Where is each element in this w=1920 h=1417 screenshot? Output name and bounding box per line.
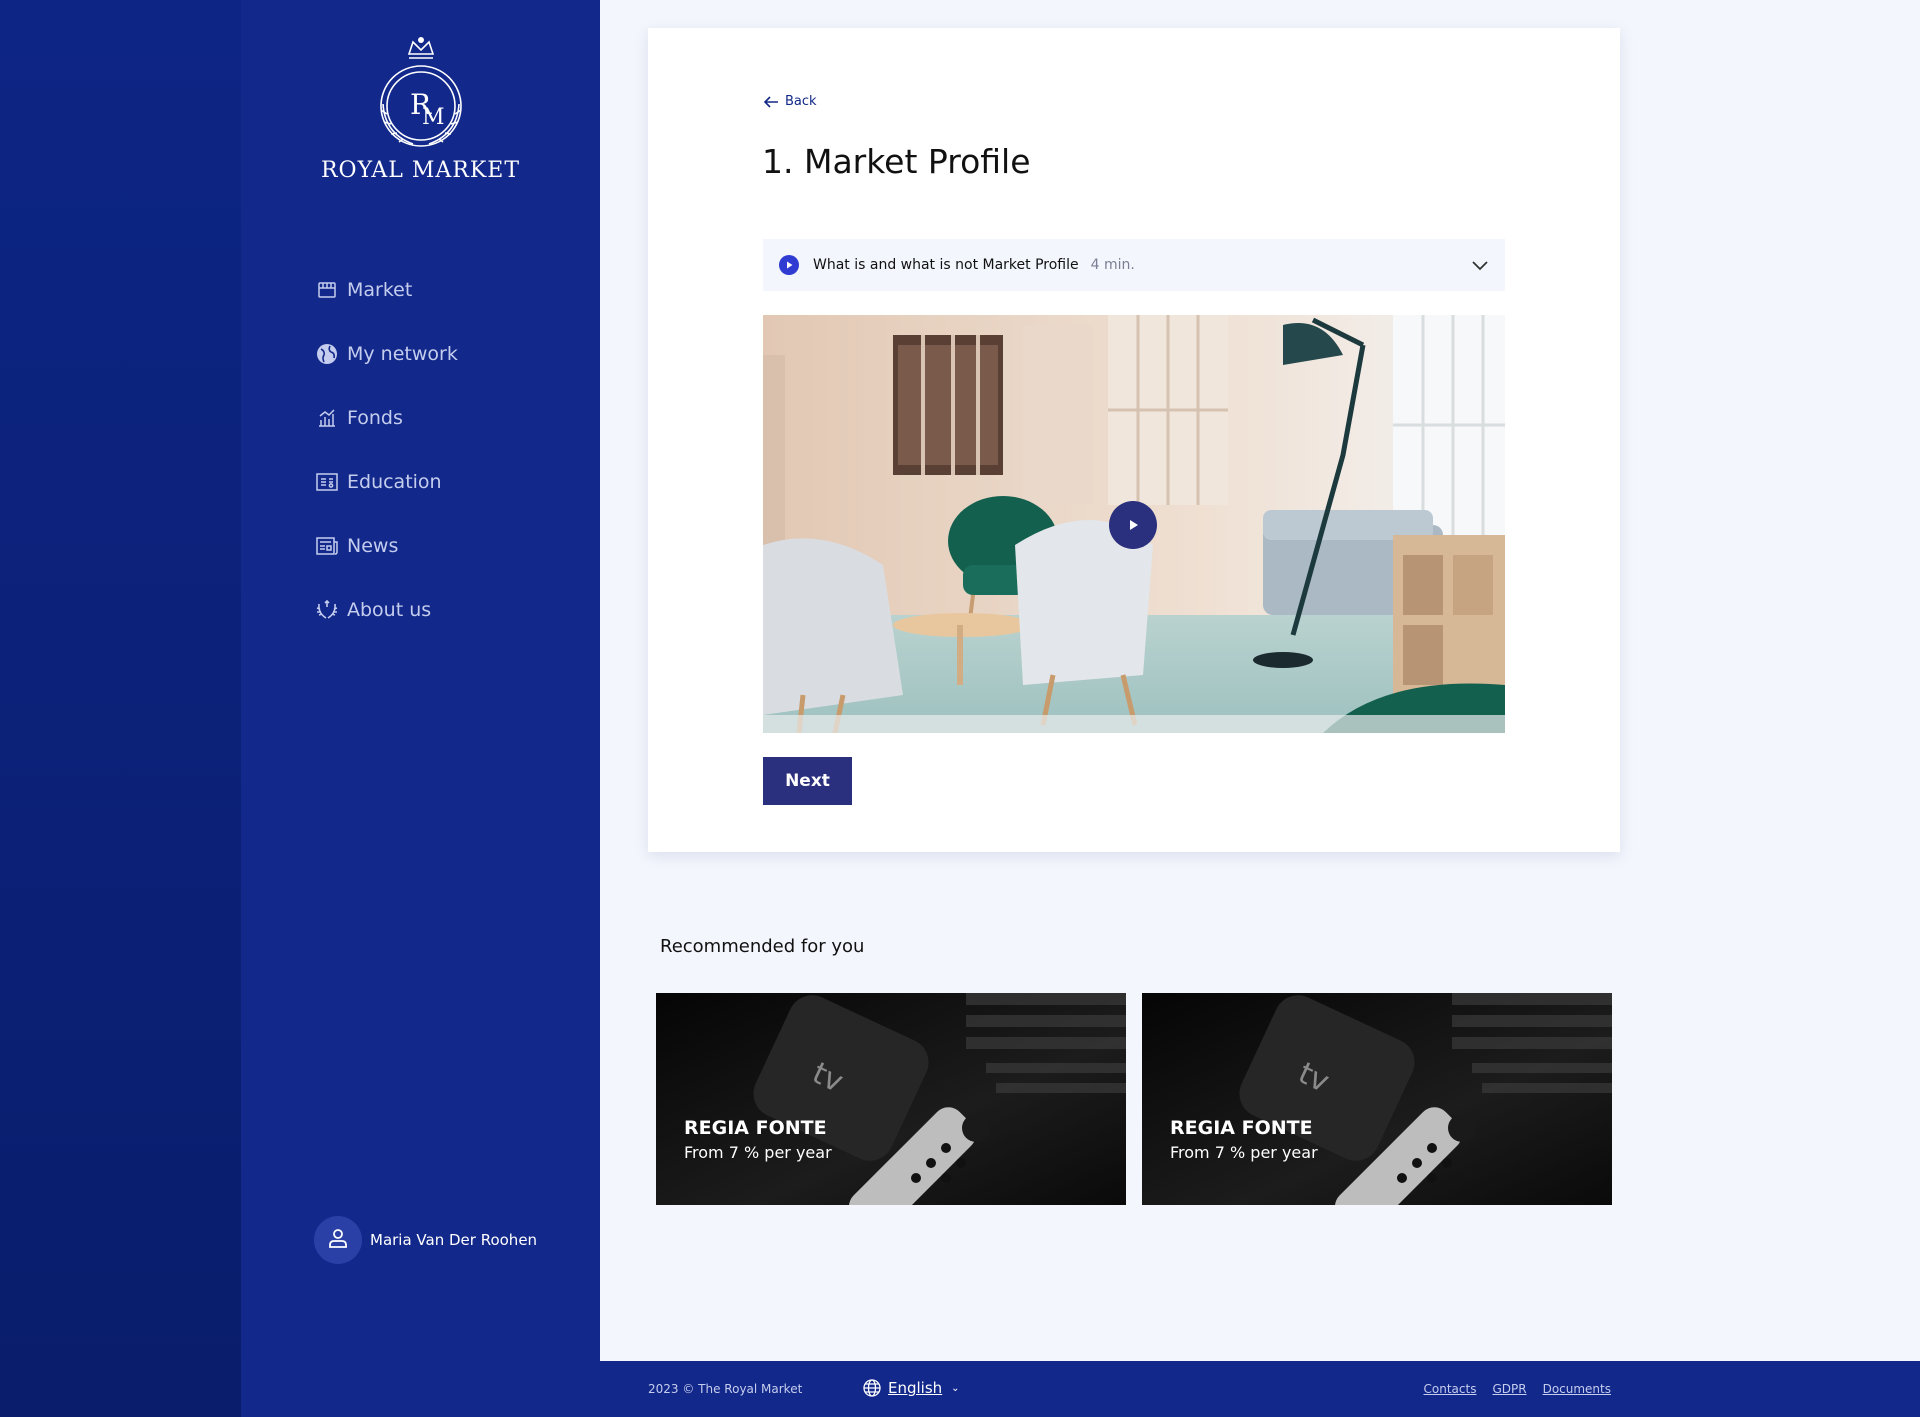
- back-link[interactable]: Back: [763, 94, 817, 109]
- video-player[interactable]: [763, 315, 1505, 733]
- outer-left-band: [0, 0, 241, 1417]
- chevron-down-icon[interactable]: [1471, 256, 1489, 278]
- footer: 2023 © The Royal Market English ⌄ Contac…: [600, 1361, 1920, 1417]
- chevron-down-icon: ⌄: [951, 1382, 960, 1394]
- nav-label: My network: [347, 343, 458, 365]
- avatar: [314, 1216, 362, 1264]
- user-profile[interactable]: Maria Van Der Roohen: [314, 1216, 537, 1264]
- crest-icon: R M: [379, 37, 462, 147]
- certificate-icon: [315, 470, 339, 494]
- nav-item-news[interactable]: News: [315, 514, 458, 578]
- store-icon: [315, 278, 339, 302]
- card-name: REGIA FONTE: [684, 1117, 827, 1139]
- nav-item-my-network[interactable]: My network: [315, 322, 458, 386]
- brand-name: ROYAL MARKET: [320, 158, 521, 183]
- recommended-card-text: REGIA FONTE From 7 % per year: [1170, 1117, 1318, 1162]
- chart-icon: [315, 406, 339, 430]
- newspaper-icon: [315, 534, 339, 558]
- language-label: English: [888, 1379, 943, 1397]
- recommended-card-text: REGIA FONTE From 7 % per year: [684, 1117, 832, 1162]
- main-nav: Market My network Fonds Education News A…: [315, 258, 458, 642]
- lesson-title: What is and what is not Market Profile: [813, 257, 1079, 273]
- user-name: Maria Van Der Roohen: [370, 1231, 538, 1249]
- footer-link-gdpr[interactable]: GDPR: [1492, 1382, 1526, 1396]
- nav-label: News: [347, 535, 399, 557]
- svg-text:M: M: [422, 105, 445, 130]
- play-icon: [779, 255, 799, 275]
- user-icon: [326, 1226, 350, 1254]
- nav-label: Education: [347, 471, 442, 493]
- nav-label: Market: [347, 279, 413, 301]
- recommended-title: Recommended for you: [660, 936, 865, 957]
- footer-link-documents[interactable]: Documents: [1543, 1382, 1611, 1396]
- lesson-duration: 4 min.: [1090, 257, 1135, 273]
- laurel-icon: [315, 598, 339, 622]
- globe-icon: [315, 342, 339, 366]
- back-label: Back: [785, 94, 817, 109]
- product-image: tv: [1142, 993, 1612, 1205]
- nav-item-market[interactable]: Market: [315, 258, 458, 322]
- play-icon: [1130, 520, 1138, 530]
- footer-link-contacts[interactable]: Contacts: [1424, 1382, 1477, 1396]
- nav-item-education[interactable]: Education: [315, 450, 458, 514]
- globe-icon: [863, 1379, 881, 1397]
- recommended-card[interactable]: tv REGIA FONTE From 7 % per year: [656, 993, 1126, 1205]
- nav-label: About us: [347, 599, 432, 621]
- card-name: REGIA FONTE: [1170, 1117, 1313, 1139]
- card-subtitle: From 7 % per year: [1170, 1143, 1318, 1162]
- nav-item-fonds[interactable]: Fonds: [315, 386, 458, 450]
- language-selector[interactable]: English ⌄: [863, 1379, 960, 1397]
- page-title: 1. Market Profile: [762, 142, 1031, 181]
- card-subtitle: From 7 % per year: [684, 1143, 832, 1162]
- video-play-button[interactable]: [1109, 501, 1157, 549]
- arrow-left-icon: [763, 95, 778, 108]
- nav-label: Fonds: [347, 407, 403, 429]
- brand-logo[interactable]: R M ROYAL MARKET: [241, 34, 600, 183]
- lesson-accordion[interactable]: What is and what is not Market Profile 4…: [763, 239, 1505, 291]
- next-button[interactable]: Next: [763, 757, 852, 805]
- lesson-card: Back 1. Market Profile What is and what …: [648, 28, 1620, 852]
- footer-links: Contacts GDPR Documents: [1408, 1382, 1612, 1396]
- sidebar: R M ROYAL MARKET Market My network Fonds: [241, 0, 600, 1417]
- copyright: 2023 © The Royal Market: [648, 1382, 803, 1396]
- recommended-card[interactable]: tv REGIA FONTE From 7 % per year: [1142, 993, 1612, 1205]
- product-image: tv: [656, 993, 1126, 1205]
- nav-item-about-us[interactable]: About us: [315, 578, 458, 642]
